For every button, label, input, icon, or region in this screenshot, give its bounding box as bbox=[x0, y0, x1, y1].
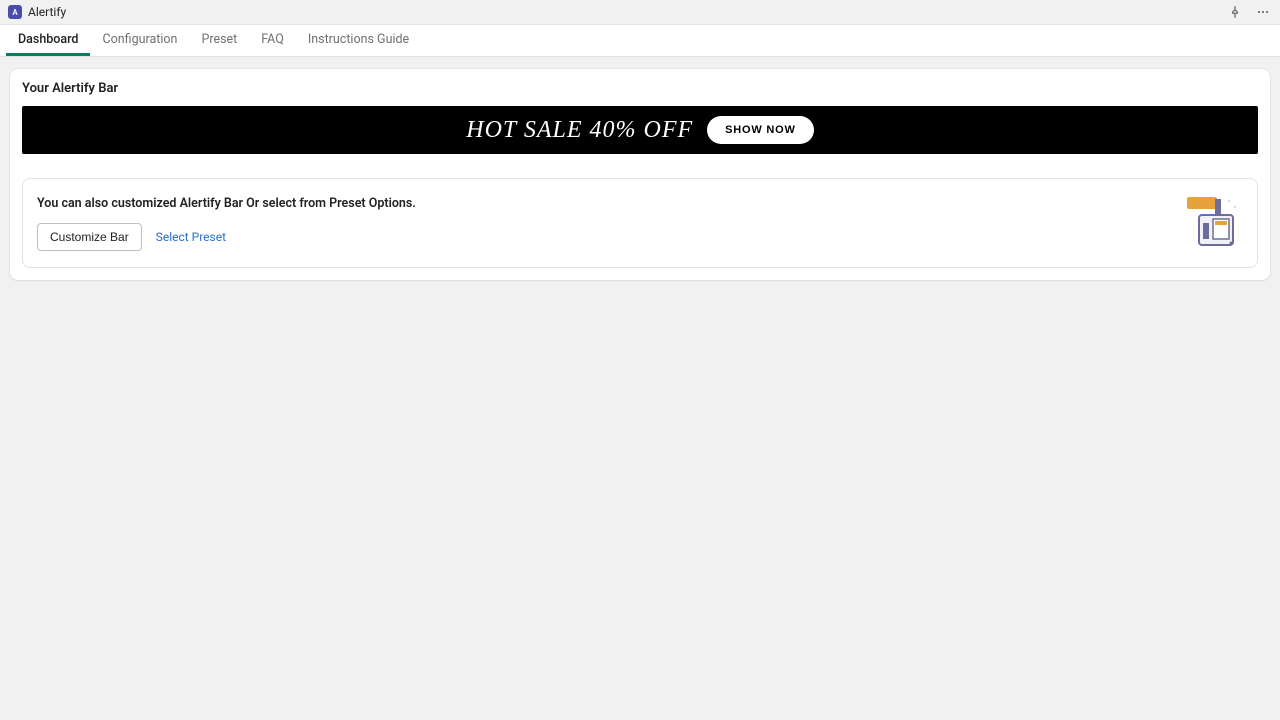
tab-faq[interactable]: FAQ bbox=[249, 25, 296, 56]
tab-preset[interactable]: Preset bbox=[189, 25, 249, 56]
alertify-bar-card: Your Alertify Bar HOT SALE 40% OFF SHOW … bbox=[10, 69, 1270, 280]
tab-configuration[interactable]: Configuration bbox=[90, 25, 189, 56]
tab-instructions-guide[interactable]: Instructions Guide bbox=[296, 25, 421, 56]
app-topbar: A Alertify bbox=[0, 0, 1280, 25]
app-name: Alertify bbox=[28, 5, 66, 19]
customize-bar-button[interactable]: Customize Bar bbox=[37, 223, 142, 251]
alert-bar-cta-button[interactable]: SHOW NOW bbox=[707, 116, 814, 144]
paint-roller-illustration-icon bbox=[1179, 193, 1243, 253]
more-icon[interactable] bbox=[1254, 3, 1272, 21]
select-preset-link[interactable]: Select Preset bbox=[156, 230, 226, 244]
card-title: Your Alertify Bar bbox=[22, 81, 1258, 96]
alert-bar-message: HOT SALE 40% OFF bbox=[466, 117, 693, 144]
topbar-right bbox=[1226, 3, 1272, 21]
pin-icon[interactable] bbox=[1226, 3, 1244, 21]
customize-panel-left: You can also customized Alertify Bar Or … bbox=[37, 196, 1159, 251]
app-icon: A bbox=[8, 5, 22, 19]
content-area: Your Alertify Bar HOT SALE 40% OFF SHOW … bbox=[0, 57, 1280, 292]
topbar-left: A Alertify bbox=[8, 5, 66, 19]
customize-panel-actions: Customize Bar Select Preset bbox=[37, 223, 1159, 251]
tab-dashboard[interactable]: Dashboard bbox=[6, 25, 90, 56]
tab-nav: Dashboard Configuration Preset FAQ Instr… bbox=[0, 25, 1280, 57]
alert-bar-preview: HOT SALE 40% OFF SHOW NOW bbox=[22, 106, 1258, 154]
customize-panel-text: You can also customized Alertify Bar Or … bbox=[37, 196, 1159, 211]
customize-panel: You can also customized Alertify Bar Or … bbox=[22, 178, 1258, 268]
